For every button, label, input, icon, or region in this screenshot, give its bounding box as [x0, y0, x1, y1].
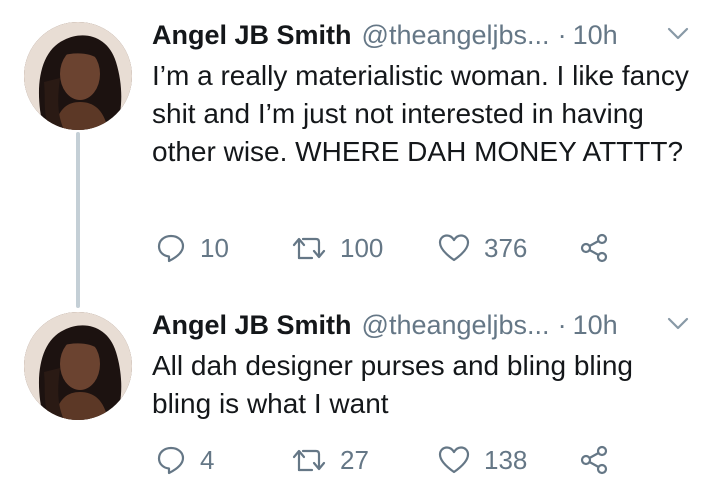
timestamp[interactable]: 10h: [573, 20, 618, 51]
retweet-button[interactable]: 100: [292, 228, 383, 268]
share-button[interactable]: [578, 228, 624, 268]
reply-count: 4: [200, 444, 215, 475]
retweet-count: 27: [340, 444, 369, 475]
like-button[interactable]: 138: [438, 440, 527, 480]
author-handle[interactable]: @theangeljbs...: [362, 310, 550, 341]
tweet-actions: 4 27 138: [152, 440, 632, 480]
separator-dot: ·: [557, 19, 567, 50]
share-icon: [580, 233, 608, 263]
like-button[interactable]: 376: [438, 228, 527, 268]
tweet[interactable]: Angel JB Smith @theangeljbs... · 10h All…: [0, 300, 720, 475]
retweet-icon: [292, 449, 326, 472]
avatar-photo: [24, 22, 132, 130]
tweet[interactable]: Angel JB Smith @theangeljbs... · 10h I’m…: [0, 0, 720, 308]
chevron-down-icon[interactable]: [664, 20, 692, 48]
tweet-actions: 10 100 376: [152, 228, 632, 268]
reply-button[interactable]: 4: [156, 440, 214, 480]
author-name[interactable]: Angel JB Smith: [152, 310, 352, 341]
share-icon: [580, 445, 608, 475]
tweet-text: I’m a really materialistic woman. I like…: [152, 60, 689, 167]
share-button[interactable]: [578, 440, 624, 480]
timestamp[interactable]: 10h: [573, 310, 618, 341]
tweet-header: Angel JB Smith @theangeljbs... · 10h: [152, 15, 618, 55]
like-count: 376: [484, 232, 528, 263]
separator-dot: ·: [557, 309, 567, 340]
author-name[interactable]: Angel JB Smith: [152, 20, 352, 51]
like-count: 138: [484, 444, 528, 475]
retweet-button[interactable]: 27: [292, 440, 369, 480]
heart-icon: [438, 234, 470, 262]
author-handle[interactable]: @theangeljbs...: [362, 20, 550, 51]
reply-button[interactable]: 10: [156, 228, 229, 268]
retweet-icon: [292, 237, 326, 260]
reply-count: 10: [200, 232, 229, 263]
reply-icon: [157, 446, 185, 475]
avatar[interactable]: [24, 22, 132, 130]
tweet-text: All dah designer purses and bling bling …: [152, 350, 633, 419]
heart-icon: [438, 446, 470, 474]
thread-line: [76, 132, 80, 308]
avatar-photo: [24, 312, 132, 420]
reply-icon: [157, 234, 185, 263]
chevron-down-icon[interactable]: [664, 310, 692, 338]
tweet-header: Angel JB Smith @theangeljbs... · 10h: [152, 305, 618, 345]
avatar[interactable]: [24, 312, 132, 420]
retweet-count: 100: [340, 232, 384, 263]
